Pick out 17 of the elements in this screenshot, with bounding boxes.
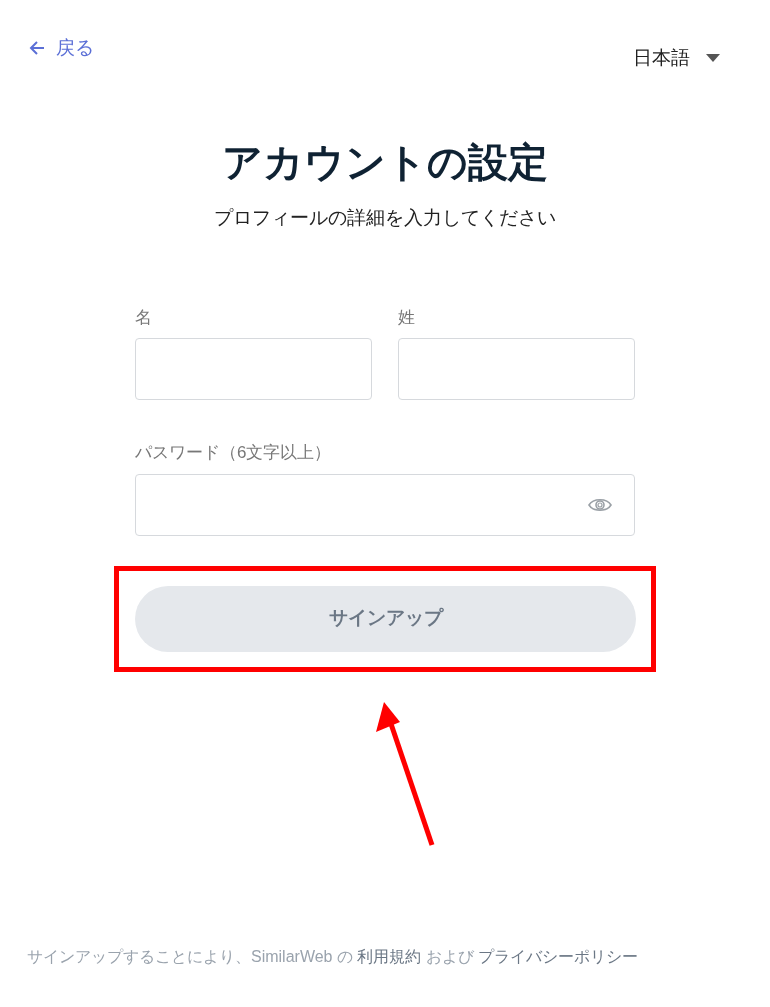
page-title: アカウントの設定 xyxy=(221,139,549,186)
field-label: 名 xyxy=(135,306,153,329)
show-password-icon[interactable] xyxy=(588,496,612,513)
footer-text: および xyxy=(425,948,474,965)
terms-link[interactable]: 利用規約 xyxy=(357,948,422,965)
back-arrow-icon xyxy=(28,40,46,57)
footer-text: サインアップすることにより、SimilarWeb の xyxy=(27,948,353,965)
back-link[interactable]: 戻る xyxy=(28,34,94,63)
input-field[interactable] xyxy=(398,338,635,400)
input-field[interactable] xyxy=(135,338,372,400)
privacy-policy-link[interactable]: プライバシーポリシー xyxy=(478,948,639,965)
field-label: パスワード（6文字以上） xyxy=(135,442,333,464)
field-label: 姓 xyxy=(398,306,416,329)
subtitle: プロフィールの詳細を入力してください xyxy=(213,206,557,230)
password-field[interactable] xyxy=(135,473,635,536)
caret-icon xyxy=(706,54,720,63)
language-dropdown[interactable]: 日本語 xyxy=(633,44,720,73)
